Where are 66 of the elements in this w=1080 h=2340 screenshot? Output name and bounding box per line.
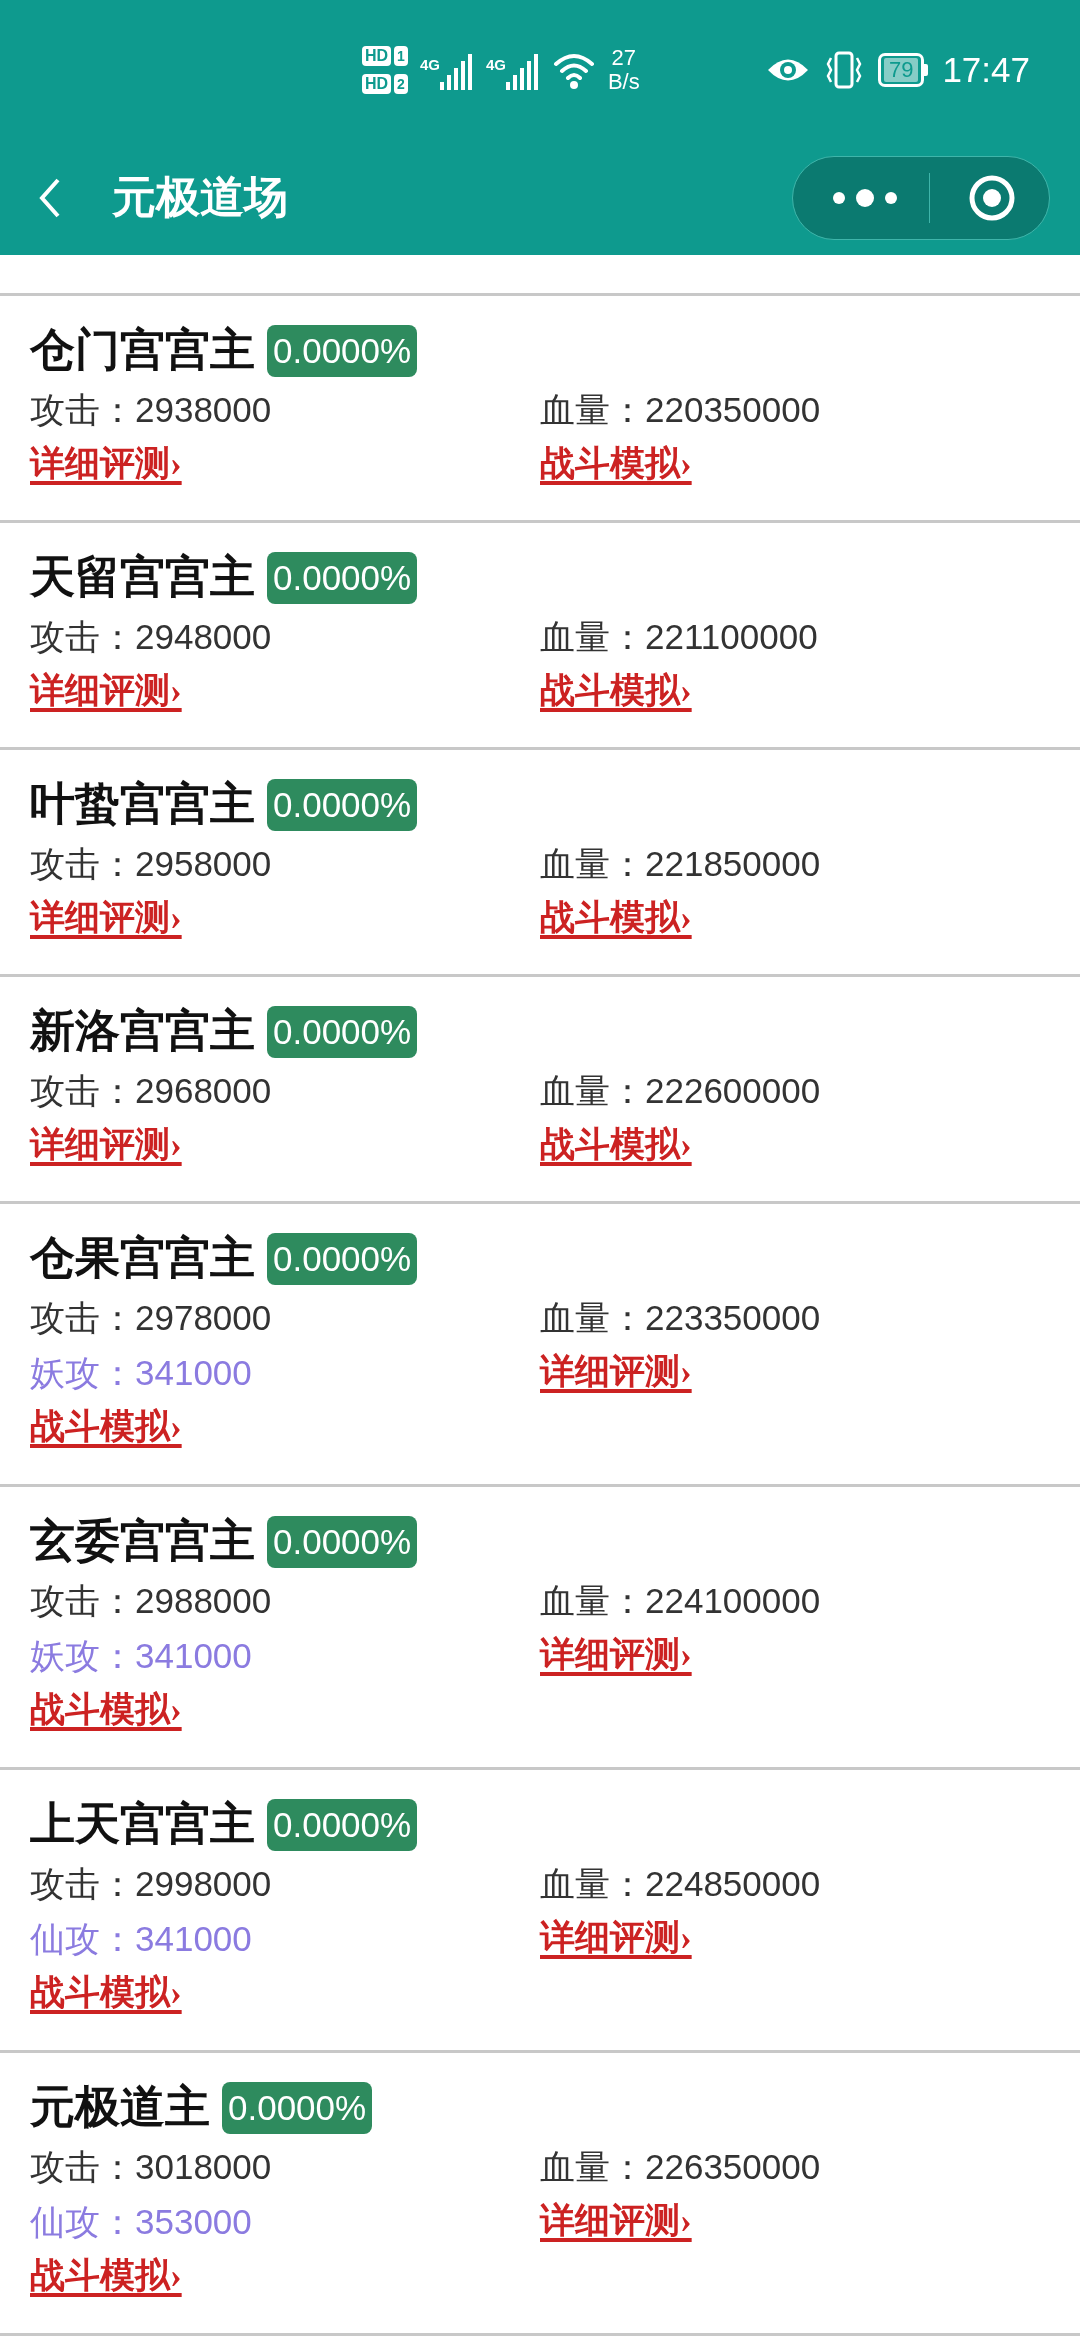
link[interactable]: 详细评测› [30, 1122, 182, 1168]
stat-text: 血量：224850000 [540, 1863, 821, 1905]
percentage-badge: 0.0000% [222, 2082, 373, 2134]
stat-text: 攻击：3018000 [30, 2146, 272, 2188]
bonus-stat-text: 妖攻：341000 [30, 1352, 252, 1394]
battery-indicator: 79 [877, 53, 929, 87]
stat-text: 攻击：2948000 [30, 616, 272, 658]
link[interactable]: 战斗模拟› [30, 1687, 182, 1733]
link[interactable]: 详细评测› [30, 441, 182, 487]
boss-name: 叶蛰宫宫主 [30, 778, 255, 832]
percentage-badge: 0.0000% [267, 325, 418, 377]
link[interactable]: 战斗模拟› [540, 895, 692, 941]
hd-badge: HD [362, 74, 392, 94]
stat-text: 血量：221100000 [540, 616, 818, 658]
percentage-badge: 0.0000% [267, 1233, 418, 1285]
close-target-icon[interactable] [968, 173, 1016, 222]
stat-text: 攻击：2968000 [30, 1070, 272, 1112]
percentage-badge: 0.0000% [267, 1006, 418, 1058]
sim-badge: 2 [394, 74, 408, 94]
stat-text: 攻击：2938000 [30, 389, 272, 431]
link[interactable]: 详细评测› [30, 668, 182, 714]
link[interactable]: 详细评测› [540, 2198, 692, 2245]
bonus-stat-text: 仙攻：353000 [30, 2201, 252, 2243]
link[interactable]: 战斗模拟› [30, 1404, 182, 1450]
stat-text: 攻击：2958000 [30, 843, 272, 885]
link[interactable]: 战斗模拟› [540, 441, 692, 487]
boss-name: 天留宫宫主 [30, 551, 255, 605]
link[interactable]: 详细评测› [540, 1915, 692, 1962]
boss-name: 仓门宫宫主 [30, 324, 255, 378]
vibrate-icon [825, 50, 862, 90]
stat-text: 血量：220350000 [540, 389, 821, 431]
stat-text: 血量：223350000 [540, 1297, 821, 1339]
stat-text: 血量：226350000 [540, 2146, 821, 2188]
boss-name: 上天宫宫主 [30, 1798, 255, 1852]
bonus-stat-text: 妖攻：341000 [30, 1635, 252, 1677]
link[interactable]: 详细评测› [540, 1632, 692, 1679]
page-title: 元极道场 [112, 171, 288, 224]
percentage-badge: 0.0000% [267, 552, 418, 604]
boss-name: 新洛宫宫主 [30, 1005, 255, 1059]
speed-value-text: 27 [611, 46, 637, 70]
link[interactable]: 战斗模拟› [30, 1970, 182, 2016]
percentage-badge: 0.0000% [267, 1516, 418, 1568]
stat-text: 攻击：2978000 [30, 1297, 272, 1339]
link[interactable]: 战斗模拟› [540, 668, 692, 714]
boss-name: 仓果宫宫主 [30, 1232, 255, 1286]
stat-text: 血量：222600000 [540, 1070, 821, 1112]
hd-badge: HD [362, 46, 392, 66]
link[interactable]: 详细评测› [540, 1349, 692, 1396]
bonus-stat-text: 仙攻：341000 [30, 1918, 252, 1960]
network-type-text: 4G [419, 55, 440, 75]
link[interactable]: 详细评测› [30, 895, 182, 941]
network-type-text: 4G [485, 55, 506, 75]
clock-text: 17:47 [942, 48, 1030, 91]
speed-unit-text: B/s [607, 70, 640, 94]
percentage-badge: 0.0000% [267, 779, 418, 831]
more-icon[interactable] [831, 187, 899, 208]
boss-name: 元极道主 [30, 2081, 210, 2135]
stat-text: 攻击：2988000 [30, 1580, 272, 1622]
stat-text: 血量：221850000 [540, 843, 821, 885]
stat-text: 攻击：2998000 [30, 1863, 272, 1905]
stat-text: 血量：224100000 [540, 1580, 821, 1622]
link[interactable]: 战斗模拟› [30, 2253, 182, 2299]
percentage-badge: 0.0000% [267, 1799, 418, 1851]
boss-name: 玄委宫宫主 [30, 1515, 255, 1569]
link[interactable]: 战斗模拟› [540, 1122, 692, 1168]
sim-badge: 1 [394, 46, 408, 66]
